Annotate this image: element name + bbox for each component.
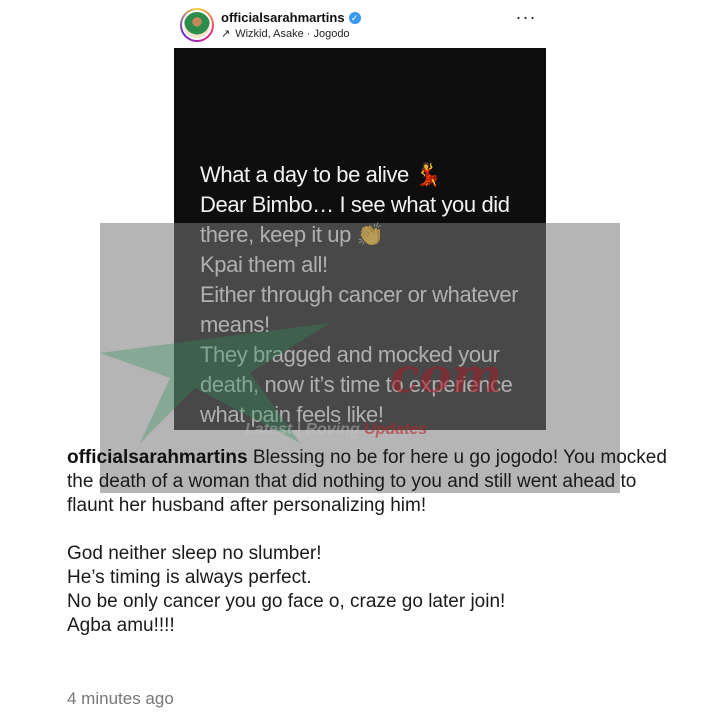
username-row: officialsarahmartins ✓	[221, 10, 361, 25]
post-header: officialsarahmartins ✓ ↗ Wizkid, Asake ·…	[178, 6, 548, 46]
post-timestamp: 4 minutes ago	[67, 689, 174, 708]
audio-info[interactable]: ↗ Wizkid, Asake · Jogodo	[221, 27, 350, 41]
profile-avatar[interactable]	[180, 8, 214, 42]
more-options-icon[interactable]: ···	[514, 8, 538, 34]
post-caption: officialsarahmartins Blessing no be for …	[67, 446, 667, 638]
arrow-icon: ↗	[221, 28, 231, 40]
story-image: What a day to be alive 💃 Dear Bimbo… I s…	[174, 48, 546, 430]
verified-badge-icon: ✓	[348, 11, 361, 24]
avatar-image	[182, 10, 212, 40]
post-username[interactable]: officialsarahmartins	[221, 10, 345, 25]
caption-text: Blessing no be for here u go jogodo! You…	[67, 447, 667, 636]
caption-username[interactable]: officialsarahmartins	[67, 447, 248, 468]
audio-label: Wizkid, Asake · Jogodo	[235, 27, 350, 40]
story-text: What a day to be alive 💃 Dear Bimbo… I s…	[200, 162, 519, 427]
